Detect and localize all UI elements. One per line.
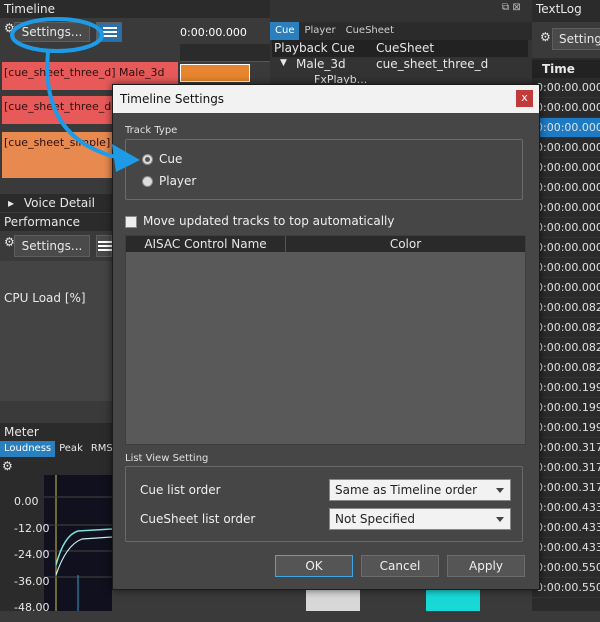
annotation-overlay (10, 17, 140, 172)
